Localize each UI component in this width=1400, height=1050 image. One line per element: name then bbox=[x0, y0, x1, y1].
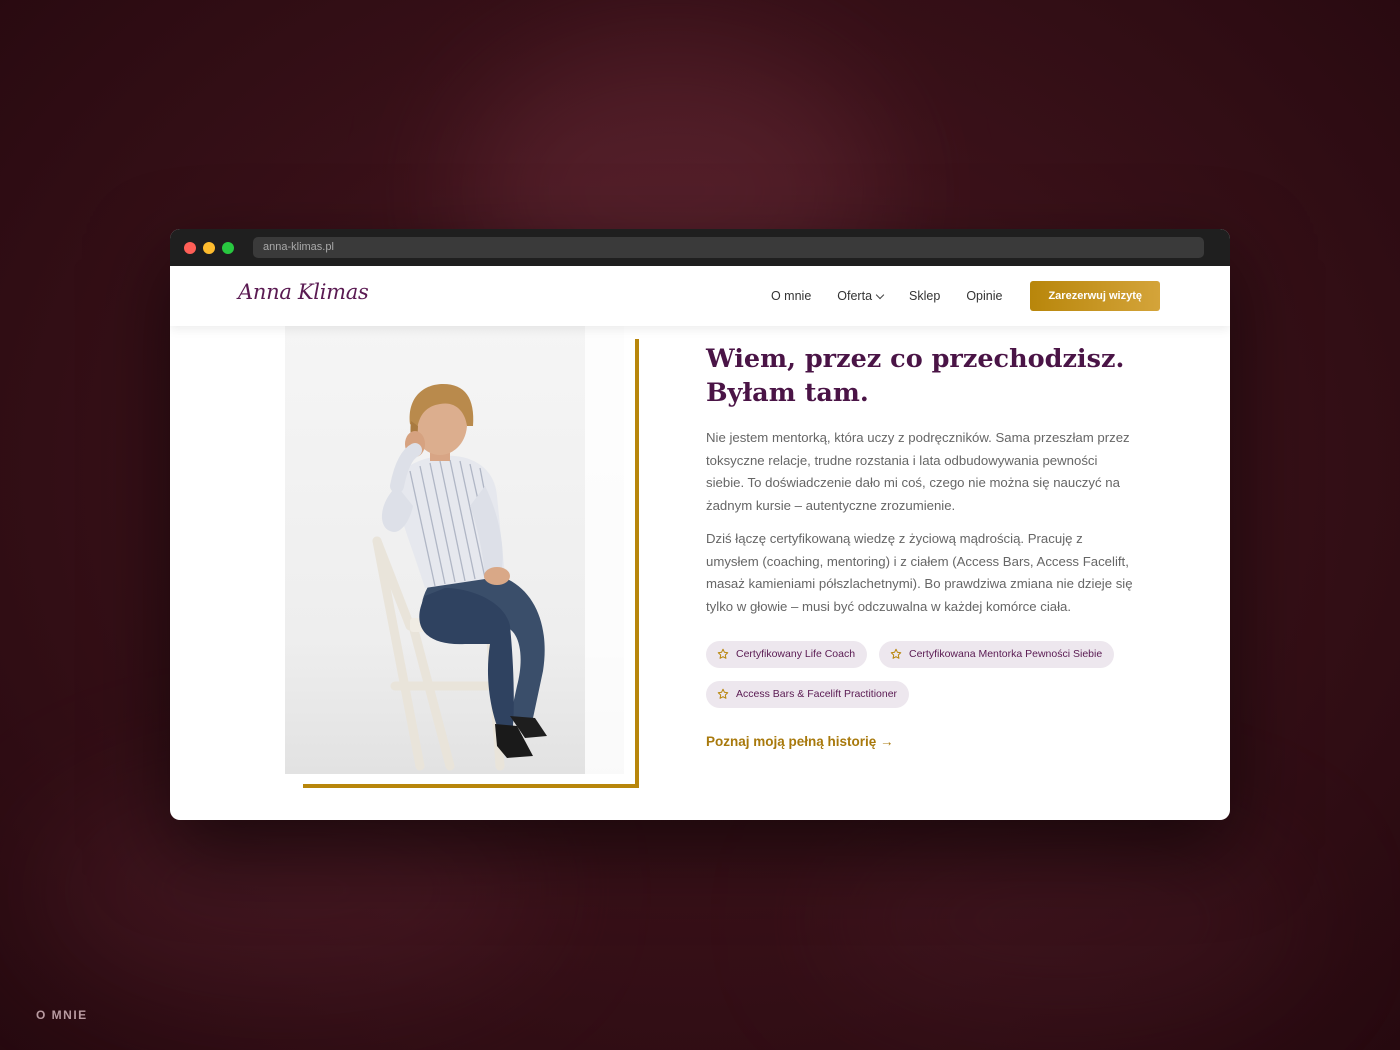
badge-label: Certyfikowany Life Coach bbox=[736, 648, 856, 660]
full-story-link[interactable]: Poznaj moją pełną historię → bbox=[706, 734, 894, 749]
nav-item-about[interactable]: O mnie bbox=[771, 289, 811, 303]
book-visit-button[interactable]: Zarezerwuj wizytę bbox=[1030, 281, 1160, 311]
section-caption: O MNIE bbox=[36, 1008, 88, 1022]
star-icon bbox=[717, 648, 729, 659]
nav-item-offer[interactable]: Oferta bbox=[837, 289, 885, 303]
badge-certification: Certyfikowany Life Coach bbox=[706, 641, 868, 668]
page-headline: Wiem, przez co przechodzisz. Byłam tam. bbox=[706, 342, 1136, 410]
nav-item-reviews[interactable]: Opinie bbox=[966, 289, 1002, 303]
close-window-button[interactable] bbox=[184, 242, 196, 254]
site-header: Anna Klimas O mnie Oferta Sklep Opinie Z… bbox=[170, 266, 1230, 326]
headline-line-2: Byłam tam. bbox=[706, 378, 869, 408]
star-icon bbox=[717, 688, 729, 699]
nav-item-offer-label: Oferta bbox=[837, 289, 873, 303]
approach-paragraph: Dziś łączę certyfikowaną wiedzę z życiow… bbox=[706, 531, 1133, 614]
headline-line-1: Wiem, przez co przechodzisz. bbox=[706, 344, 1125, 374]
maximize-window-button[interactable] bbox=[222, 242, 234, 254]
badge-certification: Certyfikowana Mentorka Pewności Siebie bbox=[879, 641, 1115, 668]
background-blur bbox=[820, 820, 1300, 1020]
minimize-window-button[interactable] bbox=[203, 242, 215, 254]
main-nav: O mnie Oferta Sklep Opinie Zarezerwuj wi… bbox=[771, 281, 1160, 311]
chevron-down-icon bbox=[875, 290, 885, 299]
badge-label: Certyfikowana Mentorka Pewności Siebie bbox=[909, 648, 1103, 660]
star-icon bbox=[890, 648, 902, 659]
intro-paragraph: Nie jestem mentorką, która uczy z podręc… bbox=[706, 430, 1130, 513]
browser-window: anna-klimas.pl Anna Klimas O mnie Oferta… bbox=[170, 229, 1230, 820]
portrait-illustration bbox=[285, 326, 624, 774]
address-bar[interactable]: anna-klimas.pl bbox=[253, 237, 1204, 258]
badge-label: Access Bars & Facelift Practitioner bbox=[736, 688, 898, 700]
site-logo[interactable]: Anna Klimas bbox=[238, 280, 369, 304]
nav-item-shop[interactable]: Sklep bbox=[909, 289, 940, 303]
portrait-photo bbox=[285, 326, 624, 774]
about-section: Wiem, przez co przechodzisz. Byłam tam. … bbox=[170, 326, 1230, 820]
browser-titlebar: anna-klimas.pl bbox=[170, 229, 1230, 266]
badge-certification: Access Bars & Facelift Practitioner bbox=[706, 681, 910, 708]
